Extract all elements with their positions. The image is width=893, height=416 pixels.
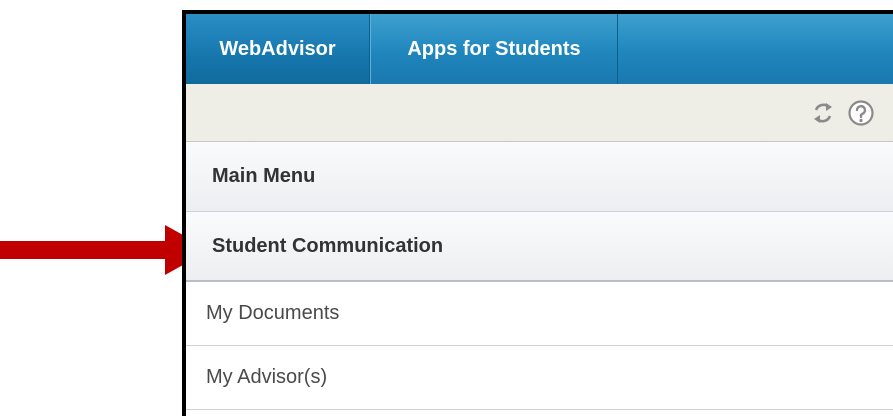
menu-header-student-communication[interactable]: Student Communication	[186, 212, 893, 282]
refresh-icon[interactable]	[806, 96, 840, 130]
menu-item-my-documents[interactable]: My Documents	[186, 282, 893, 346]
menu-list: Main Menu Student Communication My Docum…	[186, 142, 893, 410]
webadvisor-panel: WebAdvisor Apps for Students Main Menu S…	[182, 10, 893, 416]
tab-apps-for-students[interactable]: Apps for Students	[370, 14, 618, 84]
tab-bar: WebAdvisor Apps for Students	[186, 14, 893, 84]
tab-webadvisor[interactable]: WebAdvisor	[186, 14, 370, 84]
menu-header-main-menu[interactable]: Main Menu	[186, 142, 893, 212]
pointer-arrow-icon	[0, 225, 210, 275]
screenshot-stage: WebAdvisor Apps for Students Main Menu S…	[0, 0, 893, 416]
toolbar	[186, 84, 893, 142]
help-icon[interactable]	[844, 96, 878, 130]
menu-item-my-advisors[interactable]: My Advisor(s)	[186, 346, 893, 410]
